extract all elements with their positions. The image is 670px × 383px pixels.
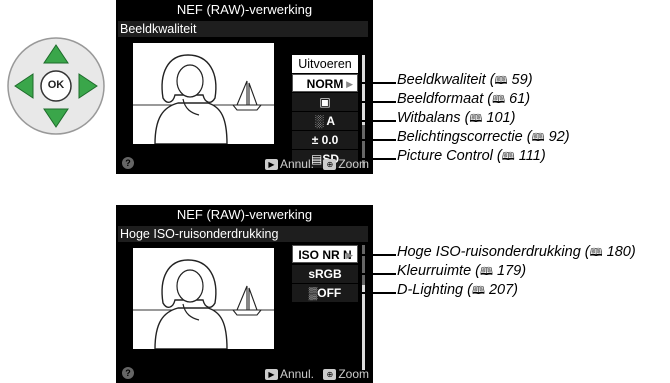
screen-title: NEF (RAW)-verwerking — [176, 2, 313, 17]
scrollbar[interactable] — [362, 245, 365, 370]
book-icon: 🕮 — [480, 266, 493, 278]
image-quality-item[interactable]: NORM ▶ — [292, 74, 358, 92]
playback-icon: ▶ — [264, 159, 278, 171]
scrollbar[interactable] — [362, 55, 365, 168]
exposure-comp-item[interactable]: ± 0.0 — [292, 131, 358, 149]
multi-selector: OK — [6, 36, 106, 136]
image-preview — [133, 43, 274, 144]
callout-label: Kleurruimte (🕮 179) — [397, 263, 527, 279]
book-icon: 🕮 — [471, 285, 485, 297]
book-icon: 🕮 — [469, 113, 483, 125]
callout-label: Picture Control (🕮 111) — [397, 148, 546, 164]
screen-title: NEF (RAW)-verwerking — [176, 207, 313, 222]
book-icon: 🕮 — [494, 75, 508, 87]
menu-heading: Beeldkwaliteit — [118, 21, 368, 37]
menu-heading: Hoge ISO-ruisonderdrukking — [118, 226, 368, 242]
chevron-right-icon: ▶ — [346, 250, 353, 260]
chevron-right-icon: ▶ — [346, 79, 353, 89]
book-icon: 🕮 — [531, 132, 545, 144]
callout-label: Witbalans (🕮 101) — [397, 110, 516, 126]
callout-label: Belichtingscorrectie (🕮 92) — [397, 129, 570, 145]
cancel-label: Annul. — [279, 367, 314, 381]
callout-label: Hoge ISO-ruisonderdrukking (🕮 180) — [397, 244, 636, 260]
d-lighting-item[interactable]: ▒OFF — [292, 284, 358, 302]
execute-item[interactable]: Uitvoeren — [292, 55, 358, 73]
callout-label: Beeldkwaliteit (🕮 59) — [397, 72, 533, 88]
ok-button-label: OK — [47, 79, 65, 91]
image-size-item[interactable]: ▣ — [292, 93, 358, 111]
callout-label: D-Lighting (🕮 207) — [397, 282, 519, 298]
cancel-label: Annul. — [279, 157, 314, 171]
camera-screen-1: NEF (RAW)-verwerking Beeldkwaliteit Uitv… — [116, 0, 373, 174]
book-icon: 🕮 — [589, 247, 603, 259]
zoom-label: Zoom — [338, 367, 369, 381]
playback-icon: ▶ — [264, 369, 278, 381]
help-icon: ? — [122, 157, 134, 169]
color-space-item[interactable]: sRGB — [292, 265, 358, 283]
book-icon: 🕮 — [501, 151, 515, 163]
white-balance-item[interactable]: ░ A — [292, 112, 358, 130]
callout-label: Beeldformaat (🕮 61) — [397, 91, 531, 107]
help-icon: ? — [122, 367, 134, 379]
zoom-icon: ⊕ — [323, 159, 337, 171]
camera-screen-2: NEF (RAW)-verwerking Hoge ISO-ruisonderd… — [116, 205, 373, 383]
image-preview — [133, 248, 274, 349]
high-iso-nr-item[interactable]: ISO NR N ▶ — [292, 245, 358, 263]
zoom-icon: ⊕ — [323, 369, 337, 381]
book-icon: 🕮 — [492, 94, 506, 106]
